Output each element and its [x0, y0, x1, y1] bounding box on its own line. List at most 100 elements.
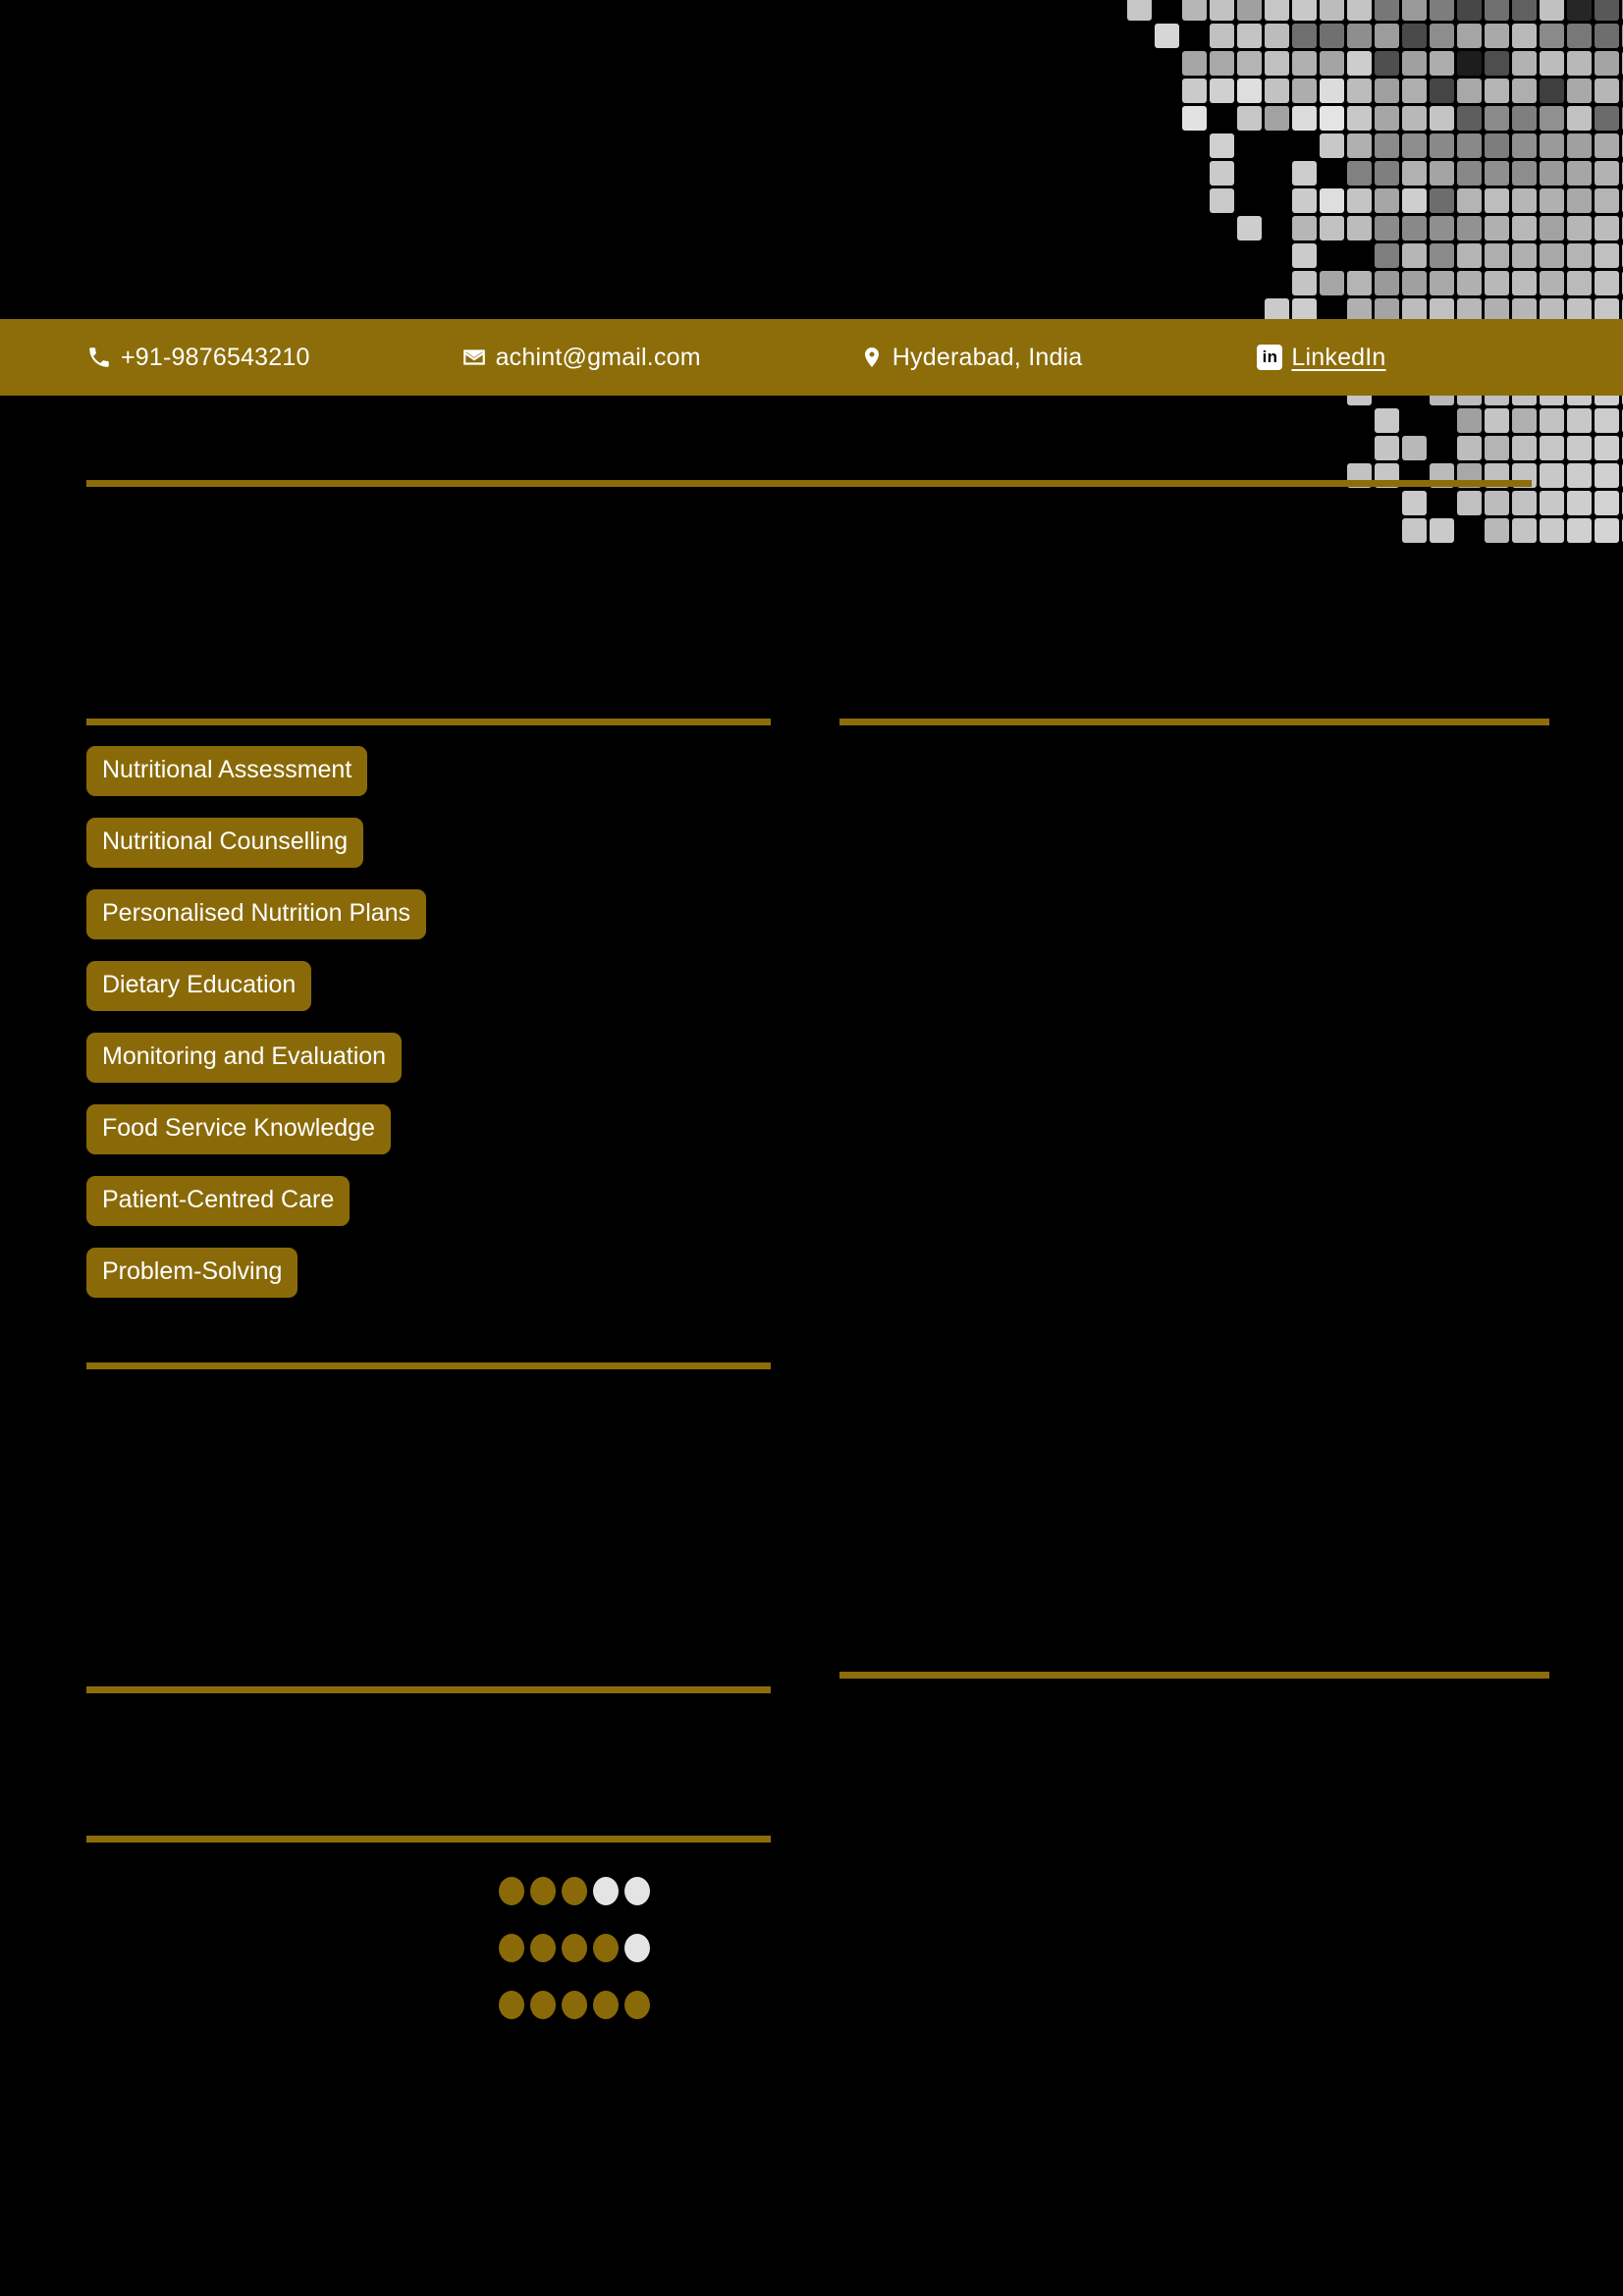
- mosaic-tile: [1237, 0, 1262, 21]
- mosaic-tile: [1485, 491, 1509, 515]
- mosaic-tile: [1375, 216, 1399, 240]
- skill-pill-label: Problem-Solving: [102, 1257, 283, 1285]
- skill-pill: Personalised Nutrition Plans: [86, 889, 427, 939]
- mosaic-tile: [1402, 79, 1427, 103]
- mosaic-tile: [1567, 243, 1592, 268]
- mosaic-tile: [1457, 51, 1482, 76]
- right-section-divider-1: [839, 719, 1549, 725]
- mosaic-tile: [1512, 0, 1537, 21]
- rating-dot-filled: [530, 1933, 556, 1962]
- mosaic-tile: [1540, 518, 1564, 543]
- mosaic-tile: [1375, 0, 1399, 21]
- mosaic-tile: [1512, 133, 1537, 158]
- mosaic-tile: [1540, 51, 1564, 76]
- mosaic-tile: [1237, 79, 1262, 103]
- mosaic-tile: [1375, 188, 1399, 213]
- linkedin-icon: in: [1257, 345, 1283, 370]
- mosaic-tile: [1375, 271, 1399, 295]
- mosaic-tile: [1430, 243, 1454, 268]
- contact-location[interactable]: Hyderabad, India: [860, 344, 1083, 372]
- mosaic-tile: [1237, 24, 1262, 48]
- mosaic-tile: [1430, 161, 1454, 186]
- mosaic-tile: [1567, 408, 1592, 433]
- mosaic-tile: [1210, 161, 1234, 186]
- mosaic-tile: [1347, 271, 1372, 295]
- mosaic-tile: [1595, 243, 1619, 268]
- mosaic-tile: [1182, 106, 1207, 131]
- mosaic-tile: [1512, 24, 1537, 48]
- mosaic-tile: [1567, 0, 1592, 21]
- mosaic-tile: [1540, 0, 1564, 21]
- mosaic-tile: [1292, 51, 1317, 76]
- mosaic-tile: [1512, 106, 1537, 131]
- skill-pill: Problem-Solving: [86, 1248, 298, 1298]
- mosaic-tile: [1265, 0, 1289, 21]
- mosaic-tile: [1512, 51, 1537, 76]
- mosaic-tile: [1567, 133, 1592, 158]
- mosaic-tile: [1512, 518, 1537, 543]
- mosaic-tile: [1457, 408, 1482, 433]
- mosaic-tile: [1320, 133, 1344, 158]
- mosaic-tile: [1402, 106, 1427, 131]
- contact-email-label: achint@gmail.com: [495, 343, 701, 371]
- mosaic-tile: [1402, 24, 1427, 48]
- skill-pill-label: Dietary Education: [102, 971, 297, 998]
- contact-linkedin[interactable]: in LinkedIn: [1257, 344, 1385, 372]
- mosaic-tile: [1595, 161, 1619, 186]
- mosaic-tile: [1402, 0, 1427, 21]
- language-rating-row: [499, 1919, 656, 1976]
- mosaic-tile: [1567, 491, 1592, 515]
- mosaic-tile: [1457, 436, 1482, 460]
- mosaic-tile: [1512, 79, 1537, 103]
- mosaic-tile: [1457, 0, 1482, 21]
- contact-phone[interactable]: +91-9876543210: [86, 344, 310, 372]
- mosaic-tile: [1347, 24, 1372, 48]
- mosaic-tile: [1430, 188, 1454, 213]
- contact-phone-label: +91-9876543210: [121, 343, 310, 371]
- mosaic-tile: [1540, 79, 1564, 103]
- mosaic-tile: [1375, 436, 1399, 460]
- mosaic-tile: [1567, 106, 1592, 131]
- mosaic-tile: [1347, 161, 1372, 186]
- contact-email[interactable]: achint@gmail.com: [461, 344, 701, 372]
- mosaic-tile: [1182, 51, 1207, 76]
- rating-dot-empty: [624, 1933, 650, 1962]
- mosaic-tile: [1567, 216, 1592, 240]
- mosaic-tile: [1457, 188, 1482, 213]
- mosaic-tile: [1375, 243, 1399, 268]
- mosaic-tile: [1540, 188, 1564, 213]
- mosaic-tile: [1457, 216, 1482, 240]
- mosaic-tile: [1457, 24, 1482, 48]
- mosaic-tile: [1347, 188, 1372, 213]
- mosaic-tile: [1595, 79, 1619, 103]
- mosaic-tile: [1485, 518, 1509, 543]
- skill-pill: Nutritional Assessment: [86, 746, 368, 796]
- mosaic-tile: [1182, 79, 1207, 103]
- mosaic-tile: [1485, 243, 1509, 268]
- mosaic-tile: [1512, 271, 1537, 295]
- mosaic-tile: [1182, 0, 1207, 21]
- mosaic-tile: [1265, 106, 1289, 131]
- rating-dot-filled: [562, 1933, 587, 1962]
- skill-pill: Patient-Centred Care: [86, 1176, 351, 1226]
- mosaic-tile: [1567, 436, 1592, 460]
- mosaic-tile: [1265, 24, 1289, 48]
- mosaic-tile: [1540, 161, 1564, 186]
- skill-pill: Monitoring and Evaluation: [86, 1033, 403, 1083]
- mosaic-tile: [1320, 106, 1344, 131]
- contact-linkedin-label[interactable]: LinkedIn: [1291, 344, 1385, 372]
- rating-dot-filled: [593, 1933, 619, 1962]
- rating-dot-filled: [499, 1876, 524, 1905]
- mosaic-tile: [1320, 51, 1344, 76]
- rating-dot-filled: [624, 1990, 650, 2019]
- mosaic-tile: [1485, 216, 1509, 240]
- mosaic-tile: [1457, 243, 1482, 268]
- mosaic-tile: [1485, 106, 1509, 131]
- mosaic-tile: [1402, 243, 1427, 268]
- pixelated-photo-overlay: [1100, 0, 1623, 556]
- mosaic-tile: [1540, 408, 1564, 433]
- mosaic-tile: [1595, 491, 1619, 515]
- mosaic-tile: [1540, 271, 1564, 295]
- mosaic-tile: [1430, 106, 1454, 131]
- mosaic-tile: [1210, 24, 1234, 48]
